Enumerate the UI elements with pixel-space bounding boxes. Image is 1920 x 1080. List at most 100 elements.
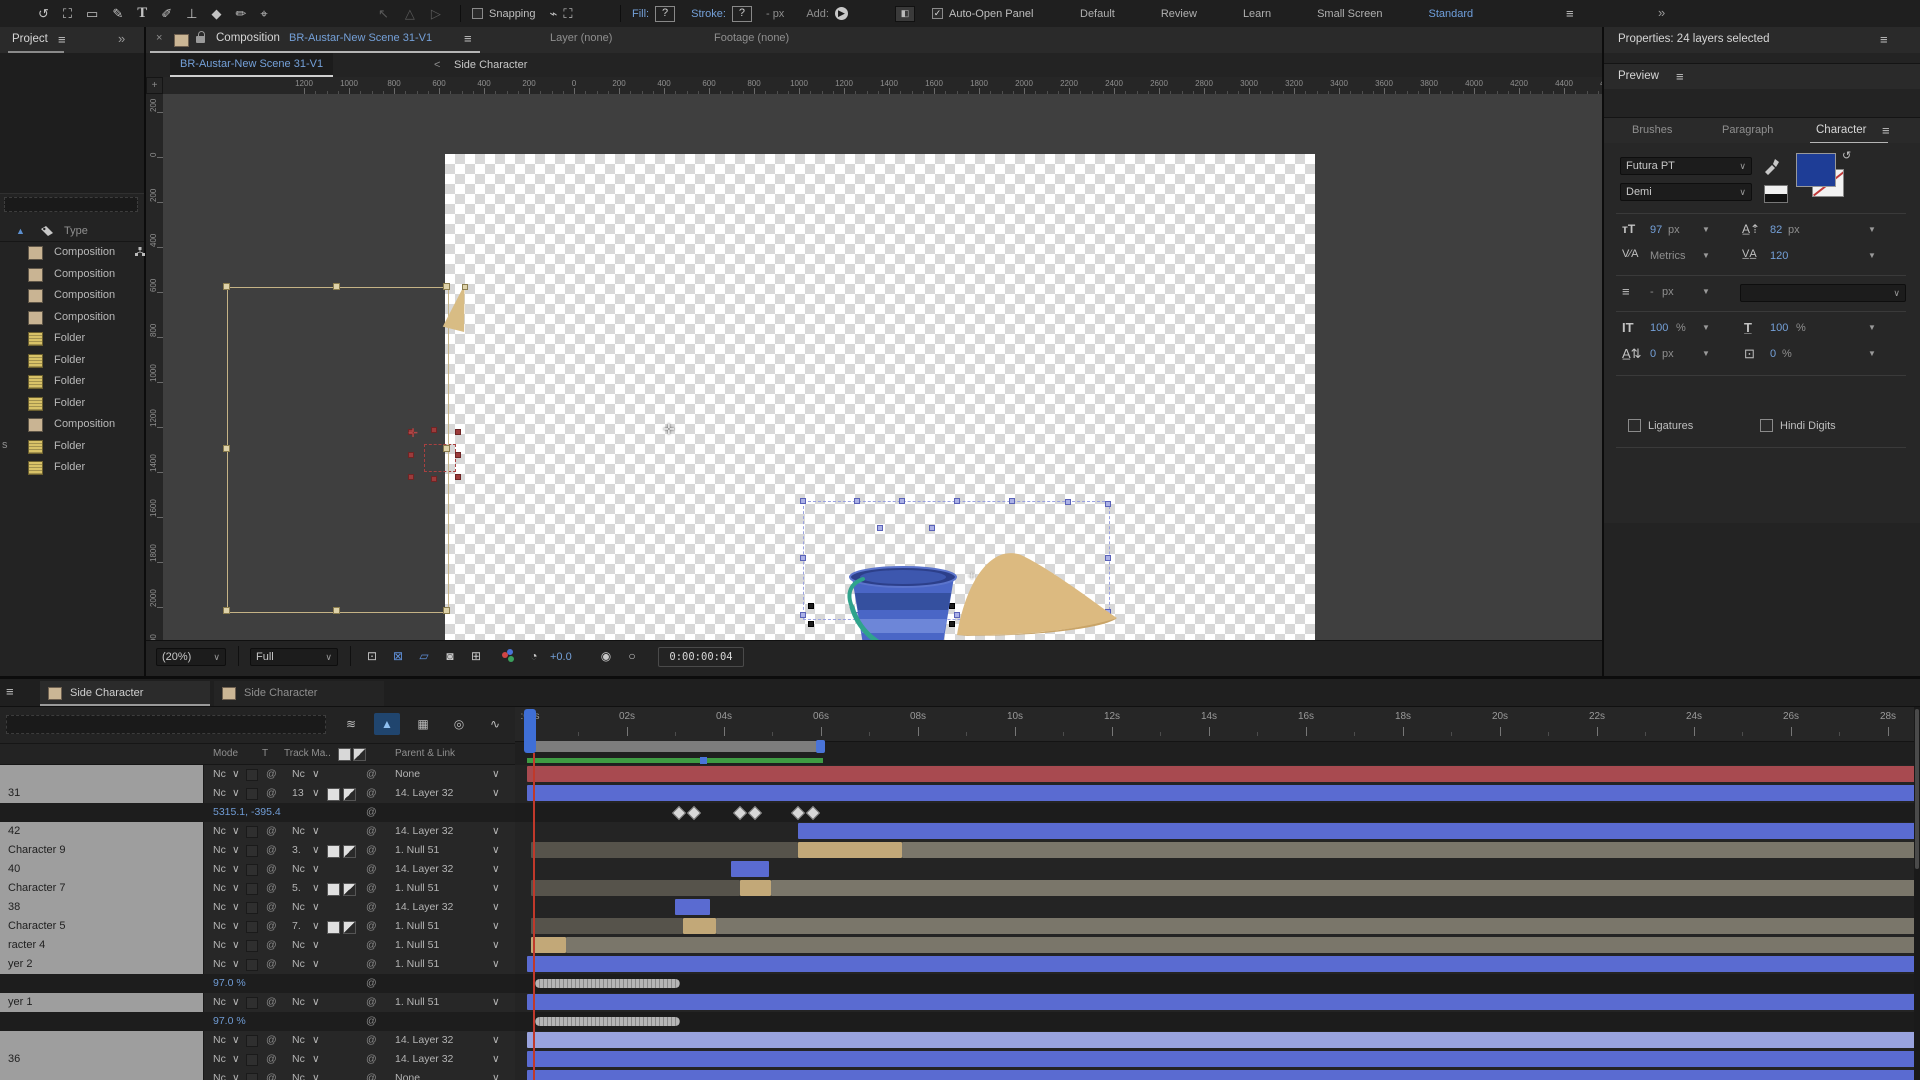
parent-link-dropdown[interactable]: 14. Layer 32	[395, 1050, 453, 1069]
workspace-default[interactable]: Default	[1080, 8, 1115, 20]
parent-pickwhip-icon[interactable]: @	[366, 784, 377, 803]
layer-duration-bar[interactable]	[527, 994, 1920, 1010]
character-panel-menu-icon[interactable]: ≡	[1882, 124, 1890, 137]
hindi-digits-checkbox[interactable]	[1760, 419, 1773, 432]
layer-selection-handle[interactable]	[800, 555, 806, 561]
layer-selection-handle[interactable]	[1065, 499, 1071, 505]
rotation-tool[interactable]: ↺	[38, 7, 49, 20]
font-size-value[interactable]: 97	[1650, 224, 1662, 236]
roto-brush-tool[interactable]: ✏	[235, 7, 246, 20]
trackmatte-dropdown-chevron[interactable]: ∨	[312, 1031, 320, 1050]
workspace-standard[interactable]: Standard	[1429, 8, 1474, 20]
parent-link-dropdown[interactable]: 1. Null 51	[395, 936, 439, 955]
trackmatte-pickwhip-icon[interactable]: @	[266, 822, 277, 841]
trackmatte-dropdown[interactable]: Nc	[292, 1069, 305, 1080]
parent-pickwhip-icon[interactable]: @	[366, 822, 377, 841]
parent-link-chevron[interactable]: ∨	[492, 898, 500, 917]
trackmatte-pickwhip-icon[interactable]: @	[266, 784, 277, 803]
panel-bin-icon[interactable]: ◧	[895, 6, 915, 22]
trackmatte-dropdown-chevron[interactable]: ∨	[312, 936, 320, 955]
timeline-search-input[interactable]	[6, 715, 326, 734]
timeline-graph-row[interactable]	[515, 803, 1920, 822]
parent-link-chevron[interactable]: ∨	[492, 936, 500, 955]
current-time-indicator-line[interactable]	[533, 753, 535, 1080]
parent-pickwhip-icon[interactable]: @	[366, 898, 377, 917]
mode-dropdown-chevron[interactable]: ∨	[232, 879, 240, 898]
timeline-layer-row[interactable]: Nc∨@Nc∨@None∨	[0, 765, 1920, 784]
timeline-layer-row[interactable]: racter 4Nc∨@Nc∨@1. Null 51∨	[0, 936, 1920, 955]
layer-name-cell[interactable]: Character 7	[0, 879, 203, 898]
mode-dropdown-chevron[interactable]: ∨	[232, 1031, 240, 1050]
trackmatte-pickwhip-icon[interactable]: @	[266, 993, 277, 1012]
layer-duration-bar[interactable]	[683, 918, 716, 934]
red-selection-handle[interactable]	[455, 474, 461, 480]
timeline-graph-row[interactable]	[515, 898, 1920, 917]
lock-icon[interactable]	[196, 36, 205, 43]
keyframe-diamond[interactable]	[791, 806, 805, 820]
ligatures-checkbox[interactable]	[1628, 419, 1641, 432]
text-box-handle[interactable]	[443, 283, 450, 290]
layer-name-cell[interactable]	[0, 1031, 203, 1050]
guides-options-icon[interactable]: ⊞	[464, 646, 488, 666]
exposure-value[interactable]: +0.0	[550, 651, 572, 663]
parent-link-dropdown[interactable]: 14. Layer 32	[395, 822, 453, 841]
project-item-row[interactable]: Folder	[0, 328, 146, 349]
keyframe-diamond[interactable]	[687, 806, 701, 820]
preserve-transparency-toggle[interactable]	[246, 883, 258, 895]
trackmatte-dropdown[interactable]: Nc	[292, 955, 305, 974]
trackmatte-dropdown[interactable]: 7.	[292, 917, 301, 936]
layer-name-cell[interactable]: Character 5	[0, 917, 203, 936]
parent-link-dropdown[interactable]: None	[395, 765, 420, 784]
parent-link-chevron[interactable]: ∨	[492, 1069, 500, 1080]
timeline-ruler[interactable]: :00s02s04s06s08s10s12s14s16s18s20s22s24s…	[515, 707, 1920, 742]
fill-label[interactable]: Fill:	[632, 8, 649, 20]
mode-dropdown-chevron[interactable]: ∨	[232, 784, 240, 803]
trackmatte-pickwhip-icon[interactable]: @	[266, 936, 277, 955]
timeline-graph-row[interactable]	[515, 1031, 1920, 1050]
timeline-panel-menu-icon[interactable]: ≡	[6, 685, 14, 698]
layer-duration-bar[interactable]	[716, 918, 1920, 934]
trackmatte-dropdown[interactable]: Nc	[292, 1050, 305, 1069]
timeline-layer-row[interactable]: Character 9Nc∨@3.∨@1. Null 51∨	[0, 841, 1920, 860]
frame-blend-icon[interactable]: ▲	[374, 713, 400, 735]
snapshot-camera-icon[interactable]: ◉	[594, 646, 618, 666]
horizontal-scale-dropdown-arrow[interactable]: ▼	[1868, 323, 1876, 332]
trackmatte-pickwhip-icon[interactable]: @	[266, 879, 277, 898]
breadcrumb-comp-tab[interactable]: BR-Austar-New Scene 31-V1	[170, 53, 333, 77]
matte-invert-toggle[interactable]	[343, 883, 356, 896]
mode-dropdown[interactable]: Nc	[213, 822, 226, 841]
exposure-shutter-icon[interactable]: ◔	[522, 646, 546, 666]
snapping-checkbox[interactable]	[472, 8, 483, 19]
stroke-swatch[interactable]: ?	[732, 6, 752, 22]
layer-name-cell[interactable]: 40	[0, 860, 203, 879]
leading-dropdown-arrow[interactable]: ▼	[1868, 225, 1876, 234]
viewer-pasteboard[interactable]: ✛+ ✛	[163, 94, 1602, 640]
matte-invert-toggle[interactable]	[343, 845, 356, 858]
parent-link-chevron[interactable]: ∨	[492, 822, 500, 841]
matte-invert-toggle[interactable]	[343, 921, 356, 934]
preserve-transparency-toggle[interactable]	[246, 1035, 258, 1047]
layer-name-cell[interactable]: 38	[0, 898, 203, 917]
trackmatte-dropdown-chevron[interactable]: ∨	[312, 898, 320, 917]
label-color-icon[interactable]	[40, 225, 54, 237]
parent-link-dropdown[interactable]: 1. Null 51	[395, 841, 439, 860]
mode-dropdown-chevron[interactable]: ∨	[232, 860, 240, 879]
keyframe-diamond[interactable]	[733, 806, 747, 820]
horizontal-ruler[interactable]: 1200100080060040020002004006008001000120…	[163, 77, 1602, 95]
layer-name-cell[interactable]: yer 1	[0, 993, 203, 1012]
eyedropper-icon[interactable]	[1762, 155, 1782, 175]
timeline-vertical-scrollbar[interactable]	[1914, 707, 1920, 1080]
trackmatte-pickwhip-icon[interactable]: @	[266, 955, 277, 974]
timeline-graph-row[interactable]	[515, 1012, 1920, 1031]
mode-dropdown[interactable]: Nc	[213, 1031, 226, 1050]
stroke-label[interactable]: Stroke:	[691, 8, 726, 20]
fill-swatch[interactable]: ?	[655, 6, 675, 22]
mode-dropdown[interactable]: Nc	[213, 917, 226, 936]
property-value[interactable]: 97.0 %	[213, 1012, 246, 1031]
layer-name-cell[interactable]: racter 4	[0, 936, 203, 955]
font-style-dropdown[interactable]: Demi∨	[1620, 183, 1752, 201]
trackmatte-dropdown-chevron[interactable]: ∨	[312, 822, 320, 841]
project-item-row[interactable]: Composition	[0, 285, 146, 306]
layer-duration-bar[interactable]	[731, 861, 769, 877]
baseline-shift-dropdown-arrow[interactable]: ▼	[1702, 349, 1710, 358]
